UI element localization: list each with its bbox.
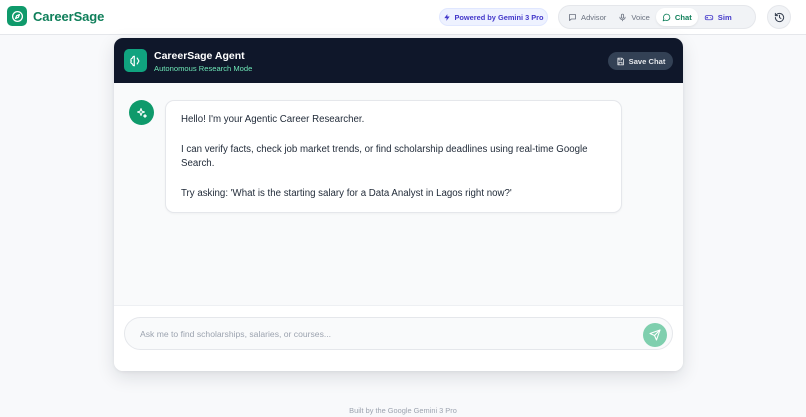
tab-advisor[interactable]: Advisor <box>562 8 612 26</box>
message-line: Hello! I'm your Agentic Career Researche… <box>181 114 365 125</box>
agent-message-bubble: Hello! I'm your Agentic Career Researche… <box>165 100 622 213</box>
message-line: Try asking: 'What is the starting salary… <box>181 188 512 199</box>
save-icon <box>617 57 624 65</box>
chat-header: CareerSage Agent Autonomous Research Mod… <box>114 38 683 83</box>
chat-input[interactable] <box>124 317 673 350</box>
message-line: I can verify facts, check job market tre… <box>181 144 588 169</box>
chat-title: CareerSage Agent <box>154 50 245 62</box>
message-square-icon <box>569 13 576 21</box>
message-circle-icon <box>662 13 671 21</box>
brand[interactable]: CareerSage <box>7 6 104 26</box>
tab-voice-label: Voice <box>631 12 650 22</box>
tab-voice[interactable]: Voice <box>612 8 656 26</box>
gamepad-icon <box>704 14 713 20</box>
microphone-icon <box>619 13 626 21</box>
footer-credit: Built by the Google Gemini 3 Pro <box>349 406 457 415</box>
save-chat-label: Save Chat <box>628 56 666 66</box>
brain-icon <box>129 55 139 66</box>
powered-by-badge: Powered by Gemini 3 Pro <box>439 8 548 26</box>
send-icon <box>649 329 661 341</box>
save-chat-button[interactable]: Save Chat <box>608 52 673 70</box>
compass-icon <box>7 6 27 26</box>
brand-name: CareerSage <box>33 8 105 24</box>
lightning-icon <box>444 13 451 21</box>
history-icon <box>774 12 784 22</box>
sparkles-icon <box>136 107 147 118</box>
agent-logo <box>124 49 147 72</box>
chat-subtitle: Autonomous Research Mode <box>154 64 253 73</box>
message-composer <box>114 305 683 371</box>
chat-panel: CareerSage Agent Autonomous Research Mod… <box>114 38 683 371</box>
mode-switcher: Advisor Voice Chat Sim <box>558 5 756 29</box>
agent-avatar <box>129 100 154 125</box>
tab-sim[interactable]: Sim <box>698 8 738 26</box>
tab-chat[interactable]: Chat <box>655 8 698 26</box>
tab-advisor-label: Advisor <box>581 12 607 22</box>
history-button[interactable] <box>767 5 791 29</box>
tab-chat-label: Chat <box>674 12 692 22</box>
powered-by-label: Powered by Gemini 3 Pro <box>454 12 544 22</box>
top-navigation-bar: CareerSage Powered by Gemini 3 Pro Advis… <box>0 0 806 35</box>
message-list[interactable]: Hello! I'm your Agentic Career Researche… <box>114 83 683 305</box>
tab-sim-label: Sim <box>717 12 732 22</box>
send-button[interactable] <box>643 323 667 347</box>
